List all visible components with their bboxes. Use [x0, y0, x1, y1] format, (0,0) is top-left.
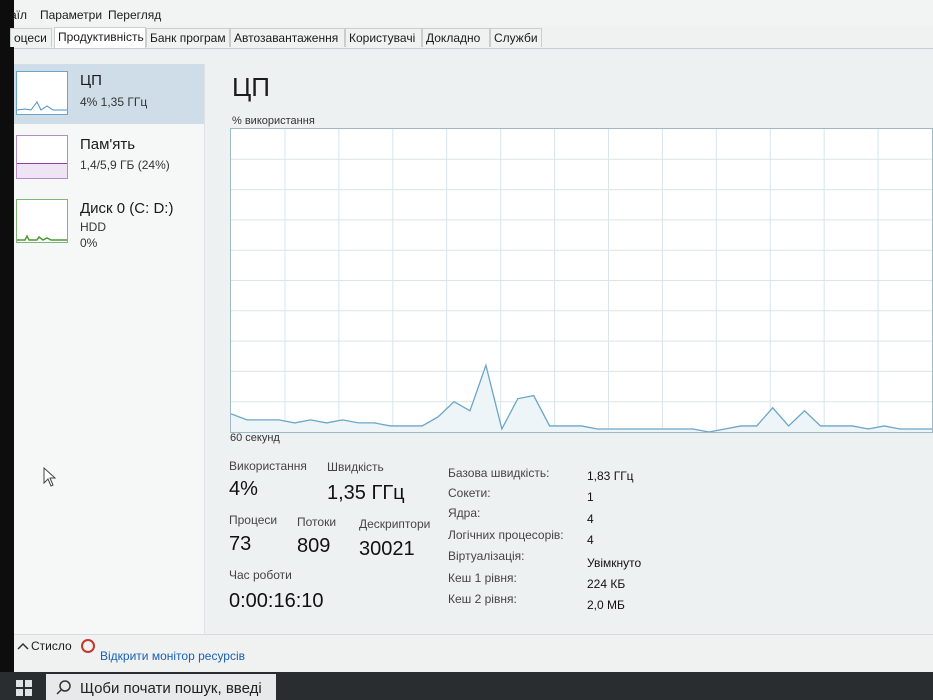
menu-view[interactable]: Перегляд [108, 8, 161, 22]
handles-label: Дескриптори [359, 517, 431, 531]
spec-label-l1-cache: Кеш 1 рівня: [448, 571, 517, 585]
resource-sidebar: ЦП 4% 1,35 ГГц Пам'ять 1,4/5,9 ГБ (24%) … [14, 64, 205, 634]
spec-value-cores: 4 [587, 512, 594, 526]
spec-label-base-speed: Базова швидкість: [448, 466, 550, 480]
spec-value-sockets: 1 [587, 490, 594, 504]
speed-value: 1,35 ГГц [327, 482, 405, 504]
sidebar-item-cpu[interactable]: ЦП 4% 1,35 ГГц [14, 64, 204, 124]
windows-start-icon[interactable] [16, 680, 32, 696]
spec-value-base-speed: 1,83 ГГц [587, 469, 634, 483]
sidebar-item-label: Диск 0 (C: D:) [80, 200, 174, 217]
spec-label-sockets: Сокети: [448, 486, 491, 500]
spec-label-logical-processors: Логічних процесорів: [448, 528, 564, 542]
usage-value: 4% [229, 478, 258, 500]
tab-processes[interactable]: оцеси [10, 28, 52, 47]
tab-startup[interactable]: Автозавантаження [230, 28, 345, 47]
threads-value: 809 [297, 535, 331, 557]
cpu-usage-graph [230, 128, 933, 433]
menu-options[interactable]: Параметри [40, 8, 102, 22]
threads-label: Потоки [297, 515, 337, 529]
taskbar-search-box[interactable]: Щоби почати пошук, введі [46, 674, 276, 700]
spec-value-virtualization: Увімкнуто [587, 556, 642, 570]
sidebar-item-detail: HDD [80, 220, 106, 234]
disk-thumbnail-graph [16, 199, 68, 243]
footer-bar: Стисло Відкрити монітор ресурсів [14, 634, 933, 673]
tab-details[interactable]: Докладно [422, 28, 490, 47]
sidebar-item-detail: 0% [80, 236, 98, 250]
cpu-thumbnail-graph [16, 71, 68, 115]
screen-bezel [0, 0, 14, 700]
open-resource-monitor-link[interactable]: Відкрити монітор ресурсів [100, 649, 245, 663]
spec-value-logical-processors: 4 [587, 533, 594, 547]
spec-label-l2-cache: Кеш 2 рівня: [448, 592, 517, 606]
page-title: ЦП [232, 72, 270, 102]
graph-x-label: 60 секунд [230, 432, 280, 444]
handles-value: 30021 [359, 538, 415, 560]
search-icon [56, 680, 71, 695]
graph-y-label: % використання [232, 115, 315, 127]
sidebar-item-label: Пам'ять [80, 136, 136, 153]
usage-label: Використання [229, 459, 307, 473]
spec-value-l1-cache: 224 КБ [587, 577, 626, 591]
cpu-usage-area [231, 365, 932, 432]
speed-label: Швидкість [327, 460, 384, 474]
tab-performance[interactable]: Продуктивність [54, 27, 146, 48]
sidebar-item-label: ЦП [80, 72, 102, 89]
uptime-value: 0:00:16:10 [229, 590, 324, 612]
cpu-usage-chart [230, 129, 932, 433]
chevron-up-icon [17, 642, 29, 650]
menu-bar: аїл Параметри Перегляд [10, 0, 933, 26]
uptime-label: Час роботи [229, 568, 292, 582]
menu-file[interactable]: аїл [10, 8, 27, 22]
sidebar-item-detail: 1,4/5,9 ГБ (24%) [80, 158, 170, 172]
sidebar-item-disk[interactable]: Диск 0 (C: D:) HDD 0% [14, 192, 204, 252]
processes-label: Процеси [229, 513, 278, 527]
spec-label-cores: Ядра: [448, 506, 481, 520]
tab-services[interactable]: Служби [490, 28, 542, 47]
spec-label-virtualization: Віртуалізація: [448, 549, 525, 563]
tab-users[interactable]: Користувачі [345, 28, 422, 47]
search-placeholder: Щоби почати пошук, введі [80, 680, 262, 697]
processes-value: 73 [229, 533, 252, 555]
fewer-details-link[interactable]: Стисло [31, 639, 72, 653]
mouse-cursor-icon [43, 467, 57, 487]
tab-app-history[interactable]: Банк програм [146, 28, 230, 47]
spec-value-l2-cache: 2,0 МБ [587, 598, 625, 612]
resource-monitor-icon [81, 639, 95, 653]
tab-bar: оцеси Продуктивність Банк програм Автоза… [10, 26, 933, 49]
sidebar-item-memory[interactable]: Пам'ять 1,4/5,9 ГБ (24%) [14, 128, 204, 188]
memory-thumbnail-graph [16, 135, 68, 179]
sidebar-item-detail: 4% 1,35 ГГц [80, 95, 148, 109]
